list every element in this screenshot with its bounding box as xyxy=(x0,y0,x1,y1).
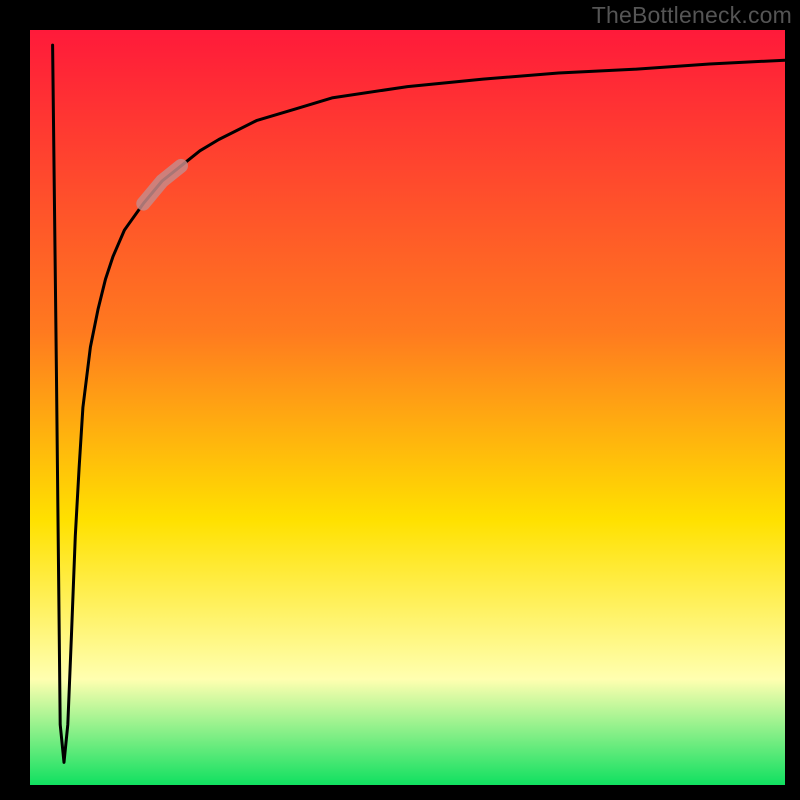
gradient-background xyxy=(30,30,785,785)
watermark-text: TheBottleneck.com xyxy=(592,2,792,29)
plot-svg xyxy=(30,30,785,785)
plot-area xyxy=(30,30,785,785)
chart-frame: TheBottleneck.com xyxy=(0,0,800,800)
